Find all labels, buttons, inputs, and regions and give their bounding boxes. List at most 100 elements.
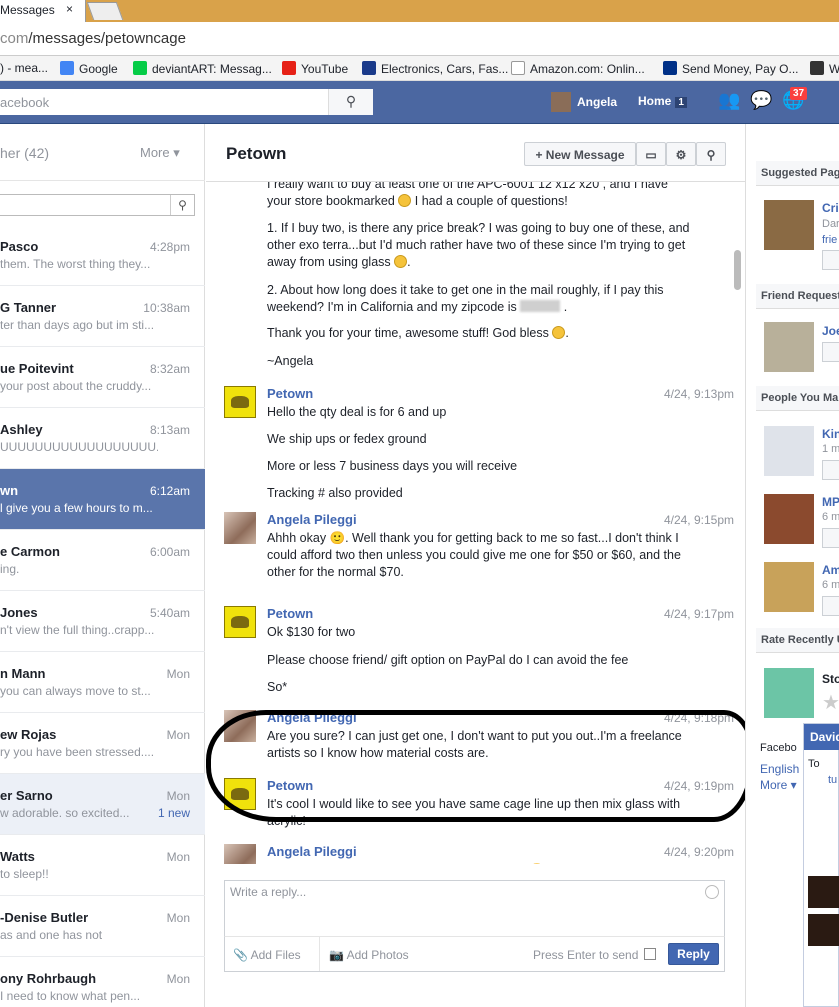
add-friend-button[interactable] [822, 460, 839, 480]
thread-preview: ry you have been stressed.... [0, 745, 155, 759]
thread-time: 8:32am [149, 362, 190, 376]
person-avatar[interactable] [764, 494, 814, 544]
sender-avatar[interactable] [224, 606, 256, 638]
chat-popup[interactable]: David To tu [803, 723, 839, 1007]
thread-item[interactable]: ony Rohrbaugh Mon I need to know what pen.… [0, 957, 205, 1007]
other-folder-link[interactable]: her (42) [0, 145, 49, 161]
thread-item[interactable]: ew Rojas Mon ry you have been stressed.... [0, 713, 205, 774]
suggested-pages-header: Suggested Pag [756, 161, 839, 186]
chat-popup-title[interactable]: David [804, 724, 839, 750]
thread-item[interactable]: Watts Mon to sleep!! [0, 835, 205, 896]
thread-name: -Denise Butler [0, 910, 89, 925]
chat-avatar [808, 914, 839, 946]
bookmark-ebay[interactable]: Electronics, Cars, Fas... [362, 61, 508, 76]
bookmark-0[interactable]: ) - mea... [0, 61, 48, 75]
thread-name: ue Poitevint [0, 361, 74, 376]
add-friend-button[interactable] [822, 596, 839, 616]
thread-item[interactable]: -Denise Butler Mon as and one has not [0, 896, 205, 957]
suggested-page-name[interactable]: Cri [822, 201, 839, 215]
sender-name[interactable]: Angela Pileggi [267, 844, 357, 859]
new-tab-button[interactable] [86, 2, 124, 20]
gear-icon[interactable]: ⚙ [666, 142, 696, 166]
tab-close-icon[interactable]: × [66, 2, 73, 16]
thread-time: 8:13am [149, 423, 190, 437]
add-files-button[interactable]: 📎 Add Files [233, 948, 301, 962]
press-enter-label: Press Enter to send [533, 948, 639, 962]
thread-item[interactable]: Jones 5:40am n't view the full thing..crap… [0, 591, 205, 652]
home-link[interactable]: Home 1 [638, 94, 687, 108]
scrollbar[interactable] [734, 250, 741, 290]
press-enter-checkbox[interactable] [644, 948, 656, 960]
facebook-search-input[interactable]: acebook ⚲ [0, 89, 373, 115]
sender-avatar[interactable] [224, 844, 256, 864]
sender-avatar[interactable] [224, 512, 256, 544]
bookmark-youtube[interactable]: YouTube [282, 61, 348, 76]
thread-search-input[interactable]: ⚲ [0, 194, 195, 216]
thread-item[interactable]: G Tanner 10:38am ter than days ago but im … [0, 286, 205, 347]
browser-tabbar: Messages × [0, 0, 839, 22]
suggested-page-image[interactable] [764, 200, 814, 250]
reply-placeholder: Write a reply... [230, 885, 307, 899]
rated-item-name[interactable]: Sto [822, 672, 839, 686]
thread-item[interactable]: Pasco 4:28pm them. The worst thing they... [0, 225, 205, 286]
thread-item[interactable]: Ashley 8:13am UUUUUUUUUUUUUUUUUU... [0, 408, 205, 469]
friend-request-avatar[interactable] [764, 322, 814, 372]
like-button[interactable] [822, 250, 839, 270]
sender-name[interactable]: Angela Pileggi [267, 512, 357, 527]
reply-button[interactable]: Reply [668, 943, 719, 965]
new-message-button[interactable]: + New Message [524, 142, 636, 166]
thread-preview: UUUUUUUUUUUUUUUUUU... [0, 440, 158, 454]
add-photos-button[interactable]: 📷 Add Photos [329, 948, 409, 962]
browser-tab-messages[interactable]: Messages × [0, 0, 86, 22]
person-avatar[interactable] [764, 426, 814, 476]
emoji-icon[interactable] [705, 885, 719, 899]
smile-emoji [552, 326, 566, 339]
smile-emoji [398, 194, 412, 207]
thread-time: Mon [166, 789, 190, 803]
message-text: Ok $130 for two [267, 625, 356, 639]
messages-icon[interactable]: 💬 [750, 90, 772, 111]
person-name[interactable]: MP [822, 495, 839, 509]
thread-item[interactable]: n Mann Mon you can always move to st... [0, 652, 205, 713]
friend-requests-icon[interactable]: 👥 [718, 90, 740, 111]
person-mutual: 6 m [822, 511, 839, 523]
address-bar[interactable]: com/messages/petowncage [0, 22, 839, 56]
thread-time: 4:28pm [149, 240, 190, 254]
search-icon[interactable]: ⚲ [170, 195, 194, 215]
heart-app-icon[interactable] [764, 668, 814, 718]
person-avatar[interactable] [764, 562, 814, 612]
person-name[interactable]: Am [822, 563, 839, 577]
add-friend-button[interactable] [822, 528, 839, 548]
search-icon[interactable]: ⚲ [696, 142, 726, 166]
profile-link[interactable]: Angela [551, 92, 617, 112]
thread-item[interactable]: er Sarno Mon w adorable. so excited... 1 ne… [0, 774, 205, 835]
star-icon[interactable]: ★ [822, 690, 839, 715]
sender-name[interactable]: Petown [267, 606, 313, 621]
bookmark-deviantart[interactable]: deviantART: Messag... [133, 61, 272, 76]
thread-item[interactable]: e Carmon 6:00am ing. [0, 530, 205, 591]
sender-name[interactable]: Petown [267, 386, 313, 401]
friend-request-name[interactable]: Joe [822, 324, 839, 338]
rate-recently-header: Rate Recently U [756, 628, 839, 653]
thread-item[interactable]: wn 6:12am l give you a few hours to m... [0, 469, 205, 530]
reply-textarea[interactable]: Write a reply... [224, 880, 725, 942]
sender-avatar[interactable] [224, 386, 256, 418]
more-link[interactable]: More ▾ [760, 778, 797, 792]
language-link[interactable]: English [760, 762, 799, 776]
bookmark-w[interactable]: W [810, 61, 839, 76]
confirm-button[interactable] [822, 342, 839, 362]
more-dropdown[interactable]: More ▾ [140, 145, 180, 161]
thread-time: 6:00am [149, 545, 190, 559]
thread-item[interactable]: ue Poitevint 8:32am your post about the cr… [0, 347, 205, 408]
person-name[interactable]: Kin [822, 427, 839, 441]
thread-name: Pasco [0, 239, 39, 254]
thread-name: Ashley [0, 422, 43, 437]
thread-name: wn [0, 483, 19, 498]
video-call-icon[interactable]: ▭ [636, 142, 666, 166]
chat-snippet: tu [828, 774, 838, 786]
bookmark-paypal[interactable]: Send Money, Pay O... [663, 61, 799, 76]
search-icon[interactable]: ⚲ [328, 89, 373, 115]
bookmark-google[interactable]: Google [60, 61, 118, 76]
thread-list-header: her (42) More ▾ [0, 124, 205, 181]
bookmark-amazon[interactable]: Amazon.com: Onlin... [511, 61, 645, 76]
